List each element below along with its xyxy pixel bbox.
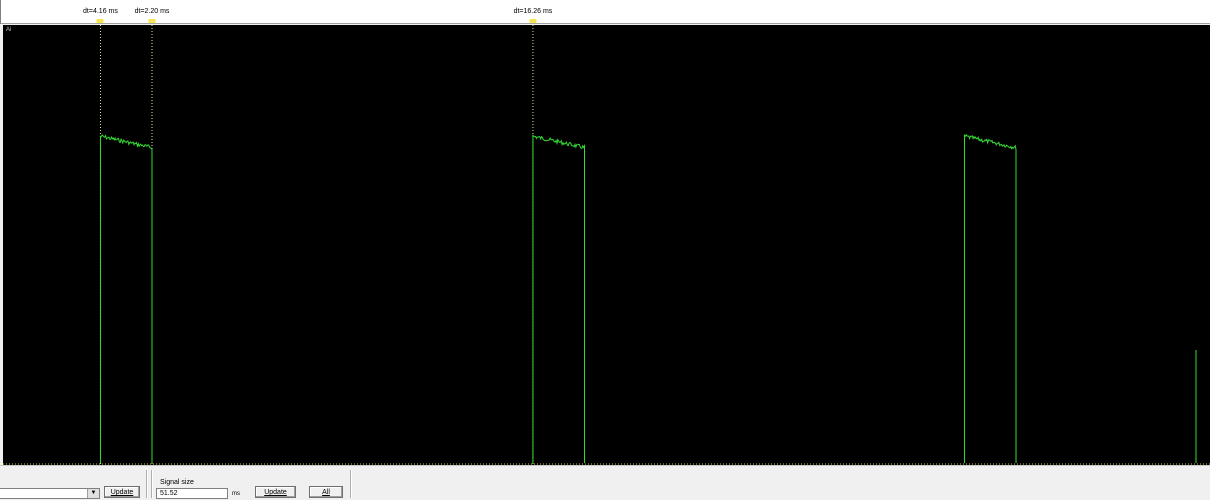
- channel-select[interactable]: ▼: [0, 488, 100, 499]
- cursor-marker-2[interactable]: [148, 19, 156, 23]
- signal-viewer-window: dt=4.16 ms dt=2.20 ms dt=16.26 ms Ai ▼ U…: [0, 0, 1210, 500]
- update-button[interactable]: Update: [104, 486, 140, 498]
- signal-size-unit: ms: [232, 491, 240, 497]
- signal-size-update-button[interactable]: Update: [255, 486, 296, 498]
- time-ruler[interactable]: dt=4.16 ms dt=2.20 ms dt=16.26 ms: [0, 0, 1210, 24]
- toolbar-divider: [151, 470, 153, 498]
- cursor-label-2: dt=2.20 ms: [134, 8, 170, 15]
- pulse-1: [99, 134, 153, 464]
- ruler-edge: [0, 0, 3, 24]
- toolbar-divider: [350, 470, 352, 498]
- signal-size-input[interactable]: 51.52: [156, 488, 228, 499]
- cursor-marker-3[interactable]: [529, 19, 537, 23]
- signal-size-label: Signal size: [160, 479, 194, 486]
- pulse-3: [963, 133, 1017, 464]
- cursor-label-1: dt=4.16 ms: [83, 8, 118, 15]
- show-all-button[interactable]: All: [309, 486, 343, 498]
- cursor-marker-1[interactable]: [96, 19, 104, 23]
- cursor-label-3: dt=16.26 ms: [513, 8, 553, 15]
- bottom-toolbar: ▼ Update Signal size 51.52 ms Update All: [0, 465, 1210, 500]
- pulse-2: [532, 134, 586, 464]
- signal-trace-svg: [3, 25, 1210, 465]
- toolbar-divider: [146, 470, 148, 498]
- signal-plot[interactable]: Ai: [3, 25, 1210, 465]
- chevron-down-icon[interactable]: ▼: [87, 489, 99, 498]
